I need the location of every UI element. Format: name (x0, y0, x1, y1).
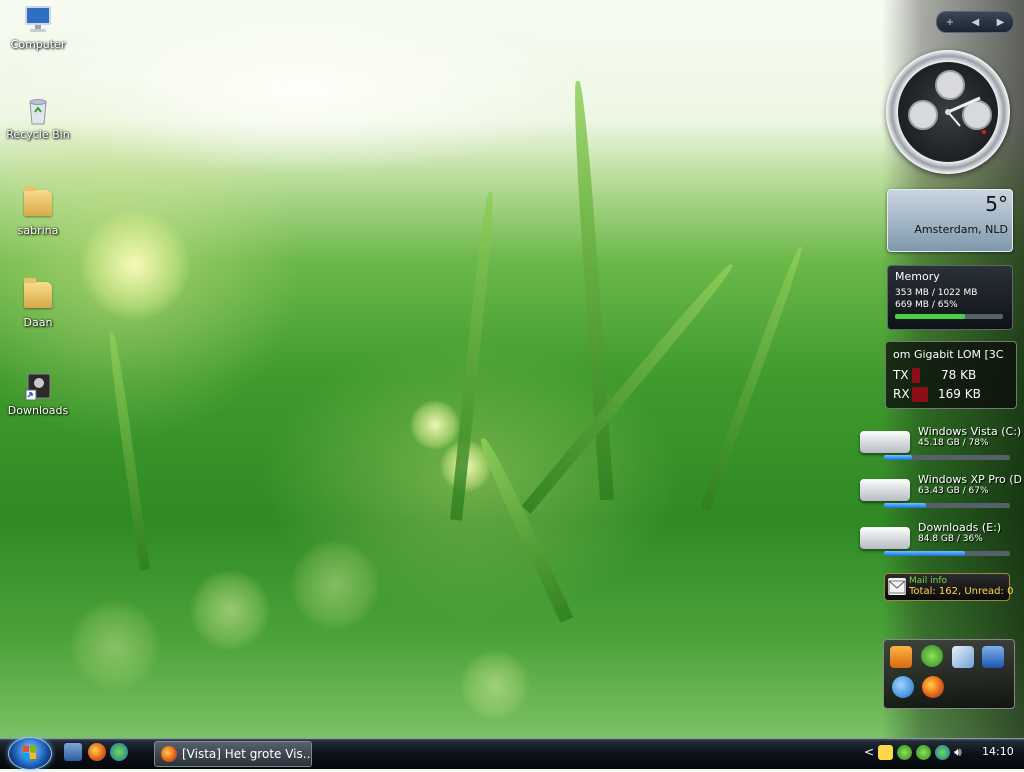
network-adapter-name: om Gigabit LOM [3C (893, 348, 1004, 361)
firefox-quicklaunch-icon[interactable] (88, 743, 106, 761)
desktop-icon-sabrina[interactable]: sabrina (0, 186, 76, 237)
desktop-icon-label: Downloads (7, 404, 69, 417)
add-gadget-button[interactable]: + (946, 17, 954, 28)
network-tx-label: TX (893, 368, 909, 382)
drive-usage-bar (884, 551, 1010, 556)
drive-size: 45.18 GB / 78% (918, 438, 989, 448)
memory-line-2: 669 MB / 65% (895, 300, 958, 310)
desktop-icon-label: Computer (10, 38, 66, 51)
network-tx-value: 78 KB (941, 368, 977, 382)
weather-city: Amsterdam, NLD (914, 223, 1008, 236)
weather-gadget[interactable]: 5° Amsterdam, NLD (887, 189, 1013, 252)
desktop-icon-computer[interactable]: Computer (0, 4, 76, 51)
memory-line-1: 353 MB / 1022 MB (895, 288, 978, 298)
previous-page-button[interactable]: ◀ (971, 17, 979, 28)
drive-e[interactable]: Downloads (E:) 84.8 GB / 36% (860, 521, 1016, 561)
utorrent-icon[interactable] (921, 645, 943, 667)
drive-c[interactable]: Windows Vista (C:) 45.18 GB / 78% (860, 425, 1021, 465)
clock-time[interactable]: 14:10 (982, 745, 1014, 758)
utorrent-tray-icon[interactable] (916, 744, 932, 760)
network-users-tray-icon[interactable] (897, 744, 913, 760)
drive-usage-bar (884, 503, 1010, 508)
hard-drive-icon (860, 527, 910, 549)
network-rx-value: 169 KB (938, 387, 981, 401)
system-tray: < 🔊︎ (864, 740, 969, 764)
windows-logo-icon (23, 746, 36, 759)
memory-gadget[interactable]: Memory 353 MB / 1022 MB 669 MB / 65% (887, 265, 1013, 330)
weather-temperature: 5° (985, 192, 1008, 216)
drive-d[interactable]: Windows XP Pro (D 63.43 GB / 67% (860, 473, 1022, 513)
drive-name: Windows Vista (C:) (918, 425, 1022, 438)
taskbar-button-title: [Vista] Het grote Vis... (182, 747, 312, 761)
firefox-icon[interactable] (922, 676, 944, 698)
folder-icon (22, 278, 54, 314)
drive-usage-fill (884, 455, 912, 460)
drive-size: 84.8 GB / 36% (918, 534, 983, 544)
network-rx-meter (912, 387, 928, 402)
sidebar-controls: + ◀ ▶ (936, 11, 1014, 33)
memory-title: Memory (895, 270, 940, 283)
app-launcher-gadget (883, 639, 1015, 709)
desktop-icon-downloads[interactable]: Downloads (0, 370, 76, 417)
desktop-icon-label: sabrina (17, 224, 59, 237)
mail-tray-icon[interactable] (878, 744, 894, 760)
drive-usage-fill (884, 551, 965, 556)
mail-gadget[interactable]: Mail info Total: 162, Unread: 0 (884, 573, 1014, 601)
recycle-bin-icon (22, 94, 54, 126)
taskbar-button-firefox[interactable]: [Vista] Het grote Vis... (154, 741, 312, 767)
drive-size: 63.43 GB / 67% (918, 486, 989, 496)
memory-usage-fill (895, 314, 966, 319)
network-gadget[interactable]: om Gigabit LOM [3C TX 78 KB RX 169 KB (885, 341, 1017, 409)
desktop-icon-daan[interactable]: Daan (0, 278, 76, 329)
messenger-tray-icon[interactable] (935, 744, 951, 760)
folder-icon (22, 186, 54, 222)
drive-usage-fill (884, 503, 926, 508)
mail-icon (888, 578, 906, 595)
tray-expand-arrow[interactable]: < (864, 745, 874, 759)
start-button[interactable] (8, 737, 52, 770)
downloads-icon (22, 370, 54, 402)
hard-drive-icon (860, 431, 910, 453)
internet-explorer-icon[interactable] (892, 676, 914, 698)
clock-gadget[interactable] (886, 50, 1010, 174)
media-player-icon[interactable] (890, 646, 912, 668)
show-desktop-icon[interactable] (64, 743, 82, 761)
drive-name: Downloads (E:) (918, 521, 1002, 534)
volume-icon[interactable]: 🔊︎ (954, 745, 969, 760)
desktop-icon-label: Daan (23, 316, 53, 329)
desktop-icon-label: Recycle Bin (6, 128, 70, 141)
hard-drive-icon (860, 479, 910, 501)
network-rx-label: RX (893, 387, 910, 401)
mail-summary: Total: 162, Unread: 0 (909, 586, 1014, 597)
word-icon[interactable] (982, 646, 1004, 668)
next-page-button[interactable]: ▶ (997, 17, 1005, 28)
memory-usage-bar (895, 314, 1003, 319)
firefox-icon (161, 746, 177, 762)
drive-name: Windows XP Pro (D (918, 473, 1022, 486)
desktop-icon-recycle-bin[interactable]: Recycle Bin (0, 94, 76, 141)
paint-icon[interactable] (952, 646, 974, 668)
network-tx-meter (912, 368, 920, 383)
computer-icon (22, 4, 54, 36)
clock-face (898, 62, 998, 162)
clock-hands-icon (945, 96, 986, 134)
mail-title: Mail info (909, 576, 948, 586)
messenger-quicklaunch-icon[interactable] (110, 743, 128, 761)
drive-usage-bar (884, 455, 1010, 460)
